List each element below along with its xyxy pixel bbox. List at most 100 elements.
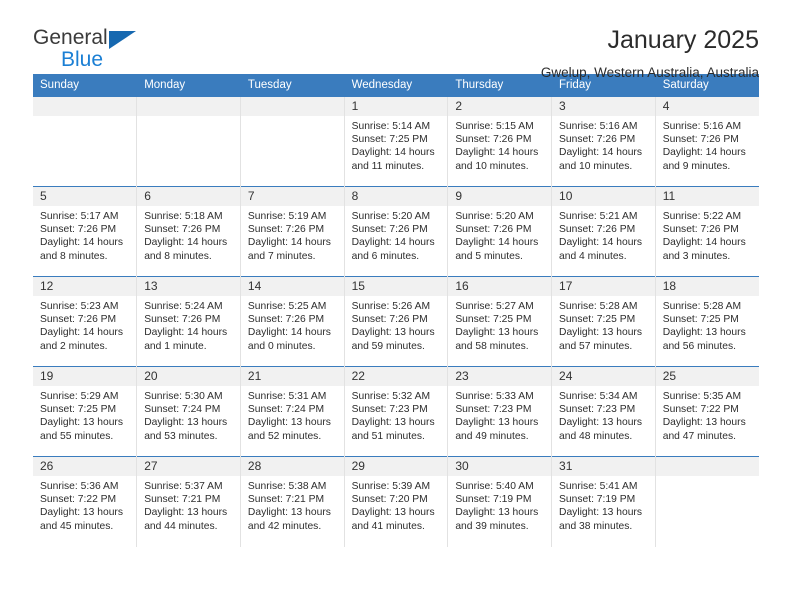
day-number (655, 457, 759, 476)
day-details: Sunrise: 5:27 AM Sunset: 7:25 PM Daylight:… (448, 296, 551, 353)
calendar-day-cell-empty (655, 456, 759, 547)
page-title: January 2025 (607, 26, 759, 54)
calendar-day-cell[interactable]: 28 Sunrise: 5:38 AM Sunset: 7:21 PM Dayligh… (240, 456, 345, 547)
calendar-day-cell[interactable]: 18 Sunrise: 5:28 AM Sunset: 7:25 PM Dayligh… (655, 276, 759, 367)
daylight-text: Daylight: 13 hours and 51 minutes. (351, 417, 435, 442)
calendar-day-cell[interactable]: 15 Sunrise: 5:26 AM Sunset: 7:26 PM Dayligh… (344, 276, 449, 367)
sunrise-text: Sunrise: 5:28 AM (559, 301, 638, 312)
day-number: 9 (448, 187, 552, 206)
calendar-day-cell[interactable]: 21 Sunrise: 5:31 AM Sunset: 7:24 PM Dayligh… (240, 366, 345, 457)
day-number: 4 (655, 97, 759, 116)
calendar-day-cell[interactable]: 23 Sunrise: 5:33 AM Sunset: 7:23 PM Dayligh… (447, 366, 553, 457)
sunrise-text: Sunrise: 5:30 AM (144, 391, 223, 402)
calendar-day-cell[interactable]: 19 Sunrise: 5:29 AM Sunset: 7:25 PM Dayligh… (33, 366, 138, 457)
calendar-day-cell[interactable]: 4 Sunrise: 5:16 AM Sunset: 7:26 PM Daylight… (655, 96, 759, 187)
day-details: Sunrise: 5:20 AM Sunset: 7:26 PM Daylight:… (345, 206, 448, 263)
calendar-day-cell[interactable]: 27 Sunrise: 5:37 AM Sunset: 7:21 PM Dayligh… (136, 456, 241, 547)
calendar-page: General Blue January 2025 Gwelup, Wester… (0, 0, 792, 612)
calendar-day-cell[interactable]: 14 Sunrise: 5:25 AM Sunset: 7:26 PM Dayligh… (240, 276, 345, 367)
calendar-day-cell-empty (136, 96, 241, 187)
day-details: Sunrise: 5:23 AM Sunset: 7:26 PM Daylight:… (33, 296, 136, 353)
day-number: 12 (33, 277, 137, 296)
calendar-day-cell[interactable]: 17 Sunrise: 5:28 AM Sunset: 7:25 PM Dayligh… (551, 276, 656, 367)
calendar-day-cell[interactable]: 26 Sunrise: 5:36 AM Sunset: 7:22 PM Dayligh… (33, 456, 138, 547)
daylight-text: Daylight: 13 hours and 53 minutes. (144, 417, 228, 442)
calendar-day-cell[interactable]: 31 Sunrise: 5:41 AM Sunset: 7:19 PM Dayligh… (551, 456, 656, 547)
calendar-week-row: 26 Sunrise: 5:36 AM Sunset: 7:22 PM Dayligh… (33, 456, 759, 547)
calendar-day-cell[interactable]: 16 Sunrise: 5:27 AM Sunset: 7:25 PM Dayligh… (447, 276, 553, 367)
sunset-text: Sunset: 7:26 PM (40, 314, 117, 326)
day-details: Sunrise: 5:25 AM Sunset: 7:26 PM Daylight:… (241, 296, 344, 353)
calendar-day-cell[interactable]: 9 Sunrise: 5:20 AM Sunset: 7:26 PM Daylight… (447, 186, 553, 277)
calendar-week-row: 12 Sunrise: 5:23 AM Sunset: 7:26 PM Dayligh… (33, 276, 759, 367)
calendar-grid: Sunday Monday Tuesday Wednesday Thursday… (33, 74, 759, 547)
day-details: Sunrise: 5:41 AM Sunset: 7:19 PM Daylight:… (552, 476, 655, 533)
calendar-day-cell[interactable]: 20 Sunrise: 5:30 AM Sunset: 7:24 PM Dayligh… (136, 366, 241, 457)
daylight-text: Daylight: 13 hours and 47 minutes. (662, 417, 746, 442)
daylight-text: Daylight: 14 hours and 0 minutes. (247, 327, 331, 352)
calendar-day-cell[interactable]: 5 Sunrise: 5:17 AM Sunset: 7:26 PM Daylight… (33, 186, 138, 277)
calendar-day-cell[interactable]: 8 Sunrise: 5:20 AM Sunset: 7:26 PM Daylight… (344, 186, 449, 277)
day-number: 10 (552, 187, 655, 206)
sunrise-text: Sunrise: 5:36 AM (40, 481, 119, 492)
day-number: 2 (448, 97, 552, 116)
day-number: 7 (240, 187, 344, 206)
day-number: 26 (33, 457, 137, 476)
daylight-text: Daylight: 14 hours and 7 minutes. (247, 237, 331, 262)
sunset-text: Sunset: 7:25 PM (40, 404, 117, 416)
calendar-day-cell[interactable]: 22 Sunrise: 5:32 AM Sunset: 7:23 PM Dayligh… (344, 366, 449, 457)
daylight-text: Daylight: 13 hours and 48 minutes. (559, 417, 643, 442)
day-number: 16 (448, 277, 552, 296)
brand-name-top: General (33, 26, 108, 49)
day-details: Sunrise: 5:37 AM Sunset: 7:21 PM Daylight:… (137, 476, 240, 533)
sunset-text: Sunset: 7:26 PM (40, 224, 117, 236)
sunset-text: Sunset: 7:26 PM (455, 224, 532, 236)
daylight-text: Daylight: 13 hours and 42 minutes. (247, 507, 331, 532)
sunrise-text: Sunrise: 5:37 AM (144, 481, 223, 492)
day-number: 23 (448, 367, 552, 386)
sunrise-text: Sunrise: 5:27 AM (455, 301, 534, 312)
calendar-day-cell[interactable]: 12 Sunrise: 5:23 AM Sunset: 7:26 PM Dayligh… (33, 276, 138, 367)
sunset-text: Sunset: 7:23 PM (455, 404, 532, 416)
calendar-day-cell[interactable]: 1 Sunrise: 5:14 AM Sunset: 7:25 PM Daylight… (344, 96, 449, 187)
day-details: Sunrise: 5:33 AM Sunset: 7:23 PM Daylight:… (448, 386, 551, 443)
calendar-day-cell[interactable]: 3 Sunrise: 5:16 AM Sunset: 7:26 PM Daylight… (551, 96, 656, 187)
calendar-day-cell[interactable]: 2 Sunrise: 5:15 AM Sunset: 7:26 PM Daylight… (447, 96, 553, 187)
calendar-day-cell[interactable]: 10 Sunrise: 5:21 AM Sunset: 7:26 PM Dayligh… (551, 186, 656, 277)
day-number: 5 (33, 187, 137, 206)
calendar-day-cell[interactable]: 24 Sunrise: 5:34 AM Sunset: 7:23 PM Dayligh… (551, 366, 656, 457)
daylight-text: Daylight: 13 hours and 38 minutes. (559, 507, 643, 532)
sunrise-text: Sunrise: 5:21 AM (559, 211, 638, 222)
sunrise-text: Sunrise: 5:22 AM (662, 211, 742, 222)
daylight-text: Daylight: 13 hours and 45 minutes. (40, 507, 123, 532)
sunset-text: Sunset: 7:26 PM (144, 314, 221, 326)
daylight-text: Daylight: 13 hours and 52 minutes. (247, 417, 331, 442)
day-details: Sunrise: 5:24 AM Sunset: 7:26 PM Daylight:… (137, 296, 240, 353)
daylight-text: Daylight: 13 hours and 58 minutes. (455, 327, 539, 352)
daylight-text: Daylight: 13 hours and 39 minutes. (455, 507, 539, 532)
day-number (137, 97, 240, 116)
calendar-day-cell[interactable]: 13 Sunrise: 5:24 AM Sunset: 7:26 PM Dayligh… (136, 276, 241, 367)
day-details: Sunrise: 5:38 AM Sunset: 7:21 PM Daylight:… (241, 476, 344, 533)
sunrise-text: Sunrise: 5:20 AM (351, 211, 431, 222)
triangle-icon (109, 31, 136, 49)
brand-logo[interactable]: General Blue (33, 27, 163, 77)
calendar-day-cell[interactable]: 6 Sunrise: 5:18 AM Sunset: 7:26 PM Daylight… (136, 186, 241, 277)
calendar-day-cell[interactable]: 7 Sunrise: 5:19 AM Sunset: 7:26 PM Daylight… (240, 186, 345, 277)
day-details: Sunrise: 5:17 AM Sunset: 7:26 PM Daylight:… (33, 206, 136, 263)
daylight-text: Daylight: 14 hours and 2 minutes. (40, 327, 123, 352)
sunrise-text: Sunrise: 5:23 AM (40, 301, 119, 312)
sunrise-text: Sunrise: 5:32 AM (351, 391, 431, 402)
sunrise-text: Sunrise: 5:33 AM (455, 391, 534, 402)
calendar-day-cell[interactable]: 29 Sunrise: 5:39 AM Sunset: 7:20 PM Dayligh… (344, 456, 449, 547)
calendar-day-cell[interactable]: 25 Sunrise: 5:35 AM Sunset: 7:22 PM Dayligh… (655, 366, 759, 457)
sunrise-text: Sunrise: 5:26 AM (351, 301, 431, 312)
sunrise-text: Sunrise: 5:20 AM (455, 211, 534, 222)
page-header: General Blue January 2025 Gwelup, Wester… (33, 0, 759, 79)
day-number: 14 (240, 277, 344, 296)
sunrise-text: Sunrise: 5:39 AM (351, 481, 431, 492)
calendar-body: 1 Sunrise: 5:14 AM Sunset: 7:25 PM Daylight… (33, 96, 759, 547)
calendar-day-cell[interactable]: 11 Sunrise: 5:22 AM Sunset: 7:26 PM Dayligh… (655, 186, 759, 277)
calendar-day-cell[interactable]: 30 Sunrise: 5:40 AM Sunset: 7:19 PM Dayligh… (447, 456, 553, 547)
day-details: Sunrise: 5:14 AM Sunset: 7:25 PM Daylight:… (345, 116, 448, 173)
